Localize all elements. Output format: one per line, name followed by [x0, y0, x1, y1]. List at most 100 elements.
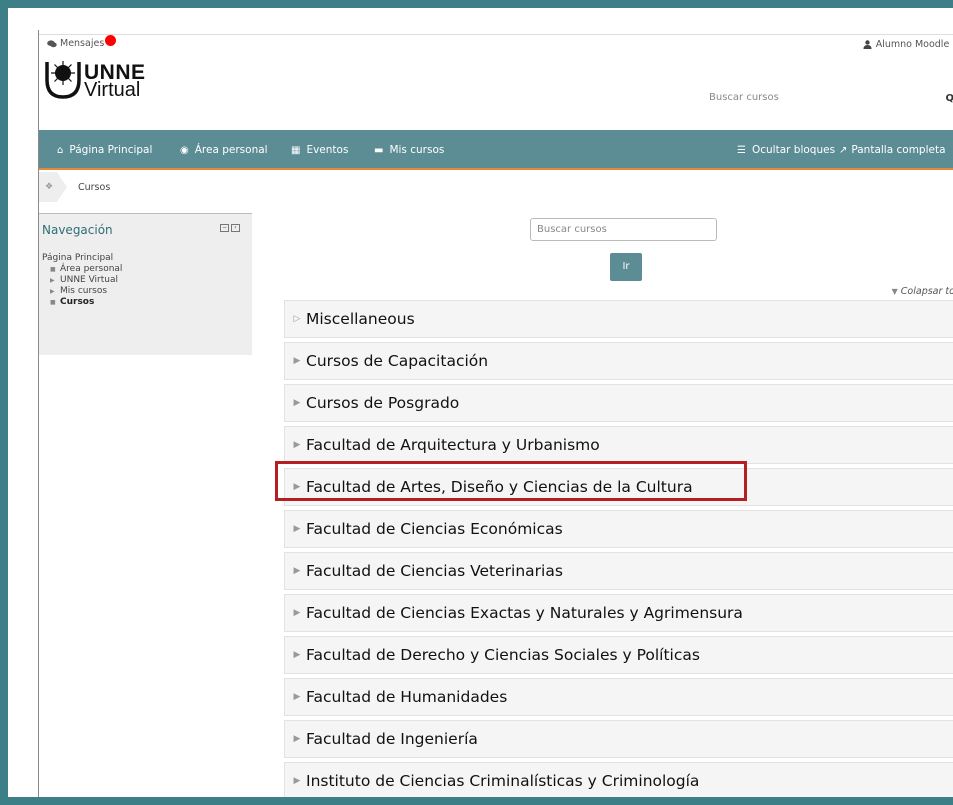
category-name[interactable]: Instituto de Ciencias Criminalísticas y … — [305, 772, 699, 790]
main-navbar: ⌂ Página Principal ◉ Área personal ▦ Eve… — [39, 130, 953, 170]
category-item[interactable]: ▶ Facultad de Arquitectura y Urbanismo — [284, 426, 953, 464]
nav-tree-label: Área personal — [60, 264, 123, 274]
calendar-icon: ▦ — [291, 144, 301, 156]
category-name[interactable]: Cursos de Posgrado — [305, 394, 459, 412]
navigation-block: Navegación − ‹ Página Principal ■ Área pe… — [39, 213, 252, 355]
category-name[interactable]: Miscellaneous — [305, 310, 415, 328]
nav-tree-item-my-courses[interactable]: ▶ Mis cursos — [42, 286, 122, 297]
user-icon — [863, 40, 872, 49]
expand-triangle-icon: ▶ — [293, 524, 301, 534]
expand-triangle-icon: ▶ — [293, 734, 301, 744]
expand-icon: ↗ — [839, 144, 848, 156]
breadcrumb: ❖ Cursos — [39, 172, 953, 202]
nav-my-courses[interactable]: ▬ Mis cursos — [374, 144, 444, 156]
nav-tree-item-home[interactable]: Página Principal — [42, 253, 122, 264]
nav-tree-item-dashboard[interactable]: ■ Área personal — [42, 264, 122, 275]
fullscreen-button[interactable]: ↗ Pantalla completa — [839, 144, 946, 156]
breadcrumb-separator — [57, 172, 67, 202]
notification-dot — [105, 35, 117, 46]
block-controls: − ‹ — [220, 224, 240, 232]
messages-link[interactable]: Mensajes — [47, 35, 117, 49]
nav-tree-label: Cursos — [60, 297, 95, 307]
home-icon: ⌂ — [57, 144, 64, 156]
user-name: Alumno Moodle — [875, 39, 950, 50]
course-search-input[interactable]: Buscar cursos — [530, 218, 717, 241]
category-item[interactable]: ▷ Miscellaneous — [284, 300, 953, 338]
category-item[interactable]: ▶ Facultad de Ingeniería — [284, 720, 953, 758]
dock-block-icon[interactable]: ‹ — [231, 224, 240, 232]
navigation-tree: Página Principal ■ Área personal ▶ UNNE Vi… — [42, 253, 122, 308]
nav-tree-label: Mis cursos — [60, 286, 108, 296]
header-search-input[interactable]: Buscar cursos — [709, 92, 779, 103]
category-name[interactable]: Facultad de Ciencias Exactas y Naturales… — [305, 604, 743, 622]
course-search-placeholder: Buscar cursos — [537, 224, 607, 235]
category-item[interactable]: ▶ Facultad de Ciencias Exactas y Naturale… — [284, 594, 953, 632]
search-icon[interactable]: Q — [945, 93, 953, 104]
category-item[interactable]: ▶ Cursos de Capacitación — [284, 342, 953, 380]
collapse-all-link[interactable]: ▼ Colapsar tod — [892, 286, 953, 297]
home-icon[interactable]: ❖ — [45, 182, 53, 192]
nav-dashboard-label: Área personal — [194, 144, 268, 156]
category-name[interactable]: Facultad de Arquitectura y Urbanismo — [305, 436, 600, 454]
nav-dashboard[interactable]: ◉ Área personal — [180, 144, 268, 156]
nav-tree-label: UNNE Virtual — [60, 275, 119, 285]
category-item[interactable]: ▶ Cursos de Posgrado — [284, 384, 953, 422]
nav-tree-label: Página Principal — [42, 253, 114, 263]
triangle-down-icon: ▼ — [891, 287, 898, 296]
nav-my-courses-label: Mis cursos — [389, 144, 445, 156]
navigation-block-title: Navegación — [42, 223, 113, 237]
nav-events[interactable]: ▦ Eventos — [291, 144, 348, 156]
expand-triangle-icon: ▶ — [293, 440, 301, 450]
site-logo[interactable]: UNNE Virtual — [44, 58, 174, 102]
window-frame: Mensajes Alumno Moodle ⌄ UNNE Virtual — [8, 8, 953, 797]
expand-triangle-icon: ▶ — [293, 482, 301, 492]
category-name[interactable]: Facultad de Derecho y Ciencias Sociales … — [305, 646, 700, 664]
go-button[interactable]: Ir — [610, 253, 642, 281]
briefcase-icon: ▬ — [374, 144, 384, 156]
category-name[interactable]: Facultad de Humanidades — [305, 688, 507, 706]
category-name[interactable]: Facultad de Artes, Diseño y Ciencias de … — [305, 478, 693, 496]
user-menu[interactable]: Alumno Moodle ⌄ — [863, 39, 953, 50]
category-item[interactable]: ▶ Facultad de Humanidades — [284, 678, 953, 716]
category-item[interactable]: ▶ Facultad de Ciencias Económicas — [284, 510, 953, 548]
expand-triangle-icon: ▶ — [293, 608, 301, 618]
expand-triangle-icon: ▷ — [293, 314, 301, 324]
fullscreen-label: Pantalla completa — [851, 144, 946, 156]
page: Mensajes Alumno Moodle ⌄ UNNE Virtual — [38, 30, 953, 797]
hide-blocks-button[interactable]: ☰ Ocultar bloques — [737, 144, 835, 156]
expand-triangle-icon: ▶ — [293, 566, 301, 576]
category-name[interactable]: Facultad de Ciencias Veterinarias — [305, 562, 563, 580]
category-item[interactable]: ▶ Facultad de Derecho y Ciencias Sociales… — [284, 636, 953, 674]
category-item[interactable]: ▶ Instituto de Ciencias Criminalísticas y… — [284, 762, 953, 797]
expand-triangle-icon: ▶ — [293, 356, 301, 366]
breadcrumb-current[interactable]: Cursos — [78, 182, 110, 193]
category-name[interactable]: Facultad de Ciencias Económicas — [305, 520, 563, 538]
bullet-icon: ■ — [50, 299, 56, 306]
nav-tree-item-unne-virtual[interactable]: ▶ UNNE Virtual — [42, 275, 122, 286]
nav-home[interactable]: ⌂ Página Principal — [57, 144, 152, 156]
collapse-all-label: Colapsar tod — [900, 286, 953, 297]
expand-arrow-icon[interactable]: ▶ — [50, 275, 60, 286]
expand-triangle-icon: ▶ — [293, 692, 301, 702]
collapse-block-icon[interactable]: − — [220, 224, 229, 232]
category-name[interactable]: Cursos de Capacitación — [305, 352, 488, 370]
expand-triangle-icon: ▶ — [293, 650, 301, 660]
nav-events-label: Eventos — [306, 144, 349, 156]
bullet-icon: ■ — [50, 266, 56, 273]
expand-arrow-icon[interactable]: ▶ — [50, 286, 60, 297]
sidebar-column — [39, 355, 252, 797]
chat-icon — [47, 39, 57, 47]
category-item[interactable]: ▶ Facultad de Ciencias Veterinarias — [284, 552, 953, 590]
hide-blocks-icon: ☰ — [737, 144, 746, 156]
category-item[interactable]: ▶ Facultad de Artes, Diseño y Ciencias de… — [284, 468, 953, 506]
top-bar: Mensajes Alumno Moodle ⌄ — [39, 30, 953, 50]
nav-tree-item-courses[interactable]: ■ Cursos — [42, 297, 122, 308]
expand-triangle-icon: ▶ — [293, 398, 301, 408]
category-list: ▷ Miscellaneous ▶ Cursos de Capacitación ▶… — [284, 300, 953, 797]
messages-label: Mensajes — [60, 38, 105, 49]
header-search[interactable]: Buscar cursos Q — [707, 86, 953, 108]
nav-home-label: Página Principal — [69, 144, 153, 156]
category-name[interactable]: Facultad de Ingeniería — [305, 730, 478, 748]
dashboard-icon: ◉ — [180, 144, 189, 156]
logo-subtitle: Virtual — [84, 79, 141, 101]
